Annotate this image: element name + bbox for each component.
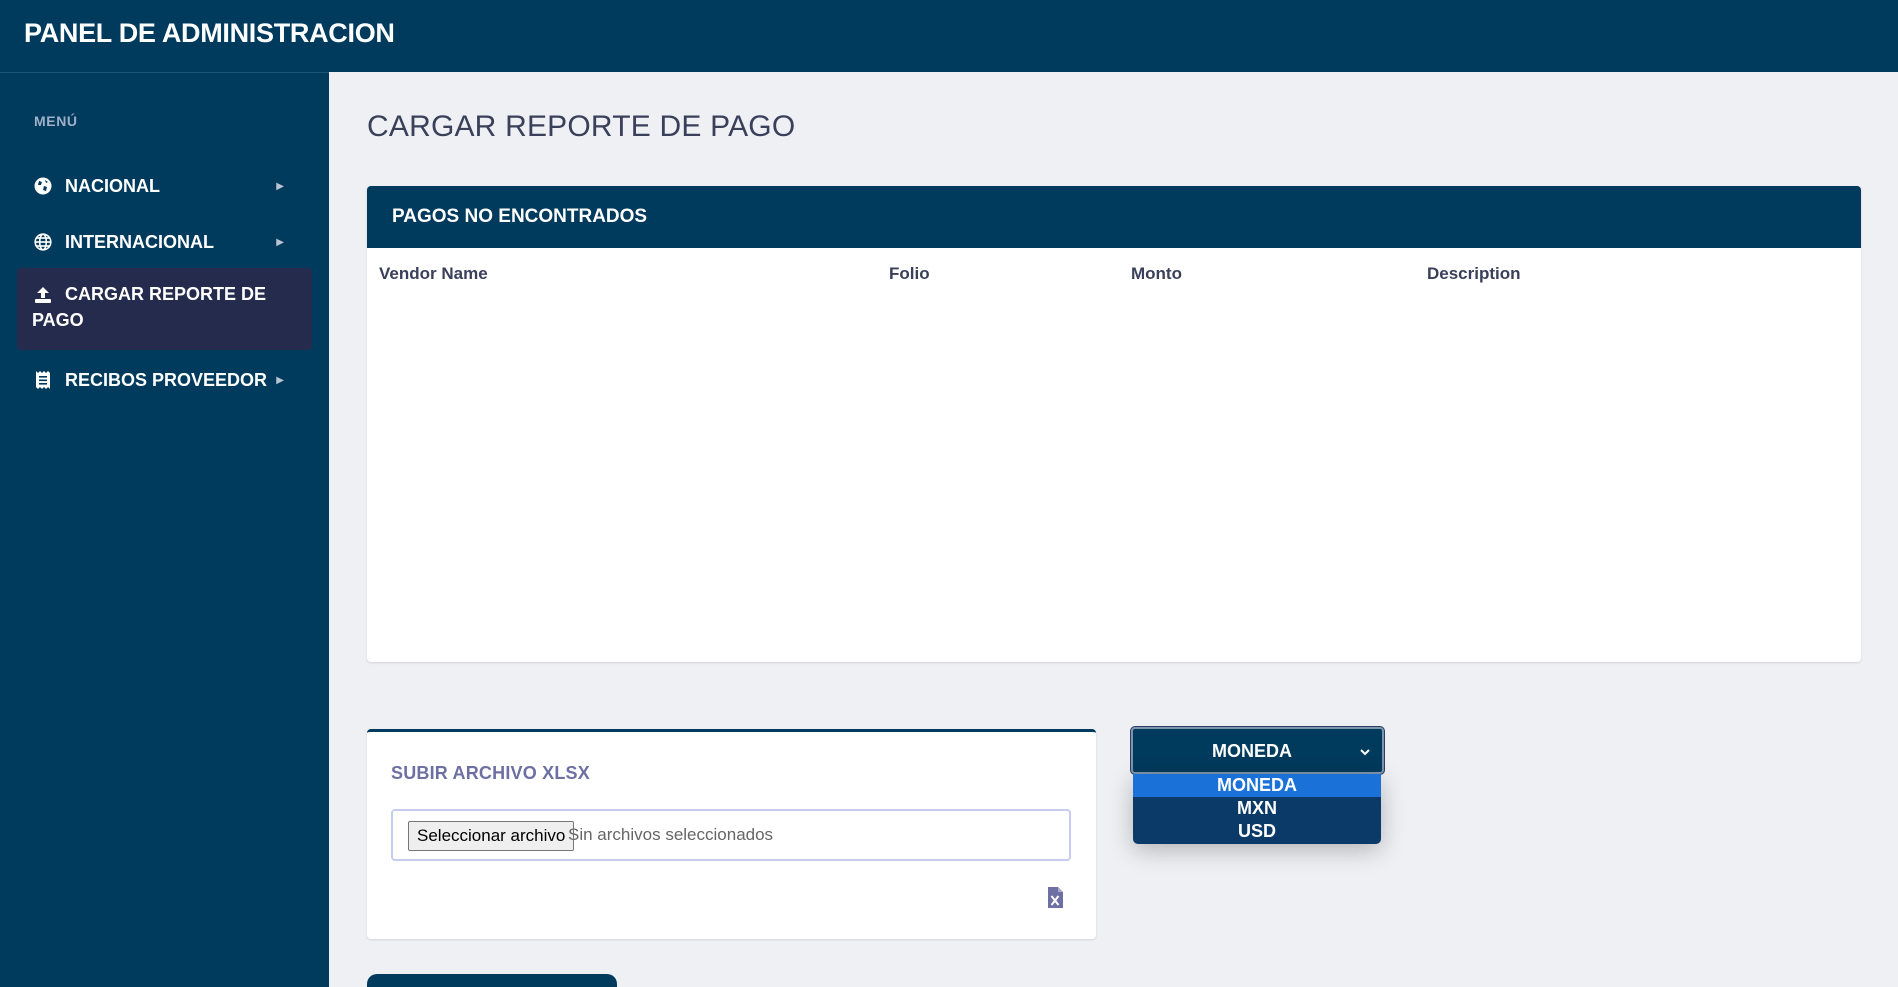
sidebar-item-nacional[interactable]: NACIONAL ▶ xyxy=(17,169,312,205)
currency-option-moneda[interactable]: MONEDA xyxy=(1133,774,1381,797)
sidebar-item-label: NACIONAL xyxy=(65,176,160,196)
sidebar-item-label: CARGAR REPORTE DE PAGO xyxy=(32,284,267,330)
file-status-text: Sin archivos seleccionados xyxy=(568,825,774,844)
column-header-monto: Monto xyxy=(1131,264,1182,283)
file-input[interactable]: Seleccionar archivo Sin archivos selecci… xyxy=(391,809,1071,861)
pagos-table-card: PAGOS NO ENCONTRADOS Vendor Name Folio M… xyxy=(367,186,1861,662)
table-card-title: PAGOS NO ENCONTRADOS xyxy=(367,186,1861,248)
select-file-button[interactable]: Seleccionar archivo xyxy=(408,821,575,851)
submit-button[interactable] xyxy=(367,974,617,987)
app-title: PANEL DE ADMINISTRACION xyxy=(24,18,395,48)
column-header-description: Description xyxy=(1427,264,1521,283)
upload-title: SUBIR ARCHIVO XLSX xyxy=(391,763,590,783)
chevron-right-icon: ▶ xyxy=(276,237,284,248)
currency-option-mxn[interactable]: MXN xyxy=(1133,797,1381,820)
sidebar-menu-title: MENÚ xyxy=(34,113,78,129)
sidebar: MENÚ NACIONAL ▶ INTERNACIONAL ▶ CARGAR R… xyxy=(0,72,329,987)
excel-file-icon[interactable] xyxy=(1047,887,1063,908)
currency-option-usd[interactable]: USD xyxy=(1133,820,1381,843)
column-header-vendor-name: Vendor Name xyxy=(379,264,488,283)
sidebar-item-label: RECIBOS PROVEEDOR xyxy=(65,370,268,390)
chevron-down-icon xyxy=(1358,743,1372,757)
sidebar-item-recibos-proveedor[interactable]: RECIBOS PROVEEDOR ▶ xyxy=(17,363,312,399)
receipt-icon xyxy=(33,370,53,390)
upload-card: SUBIR ARCHIVO XLSX Seleccionar archivo S… xyxy=(367,729,1096,939)
currency-dropdown: MONEDA MXN USD xyxy=(1133,774,1381,844)
chevron-right-icon: ▶ xyxy=(276,181,284,192)
sidebar-item-internacional[interactable]: INTERNACIONAL ▶ xyxy=(17,225,312,261)
page-title: CARGAR REPORTE DE PAGO xyxy=(367,110,796,143)
currency-select-value: MONEDA xyxy=(1212,741,1292,761)
top-bar: PANEL DE ADMINISTRACION xyxy=(0,0,1898,72)
globe-icon xyxy=(33,232,53,252)
currency-select[interactable]: MONEDA xyxy=(1131,727,1384,774)
chevron-right-icon: ▶ xyxy=(276,375,284,386)
sidebar-item-cargar-reporte[interactable]: CARGAR REPORTE DE PAGO xyxy=(17,268,312,350)
column-header-folio: Folio xyxy=(889,264,930,283)
sidebar-item-label: INTERNACIONAL xyxy=(65,232,214,252)
globe-americas-icon xyxy=(33,176,53,196)
